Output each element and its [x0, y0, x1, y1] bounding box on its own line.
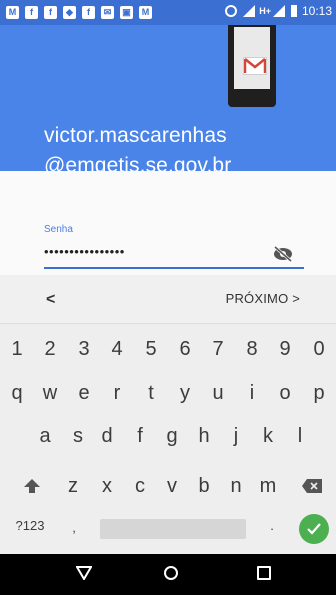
key-k[interactable]: k [251, 417, 285, 455]
key-r[interactable]: r [100, 374, 134, 412]
network-type: H+ [259, 6, 271, 16]
phone-illustration [228, 25, 276, 107]
backspace-icon [302, 479, 322, 493]
messenger-notification-icon: ◆ [63, 6, 76, 19]
key-a[interactable]: a [28, 417, 62, 455]
gmail-notification-icon: M [139, 6, 152, 19]
space-bar[interactable] [100, 519, 246, 539]
form-navigation: < PRÓXIMO > [0, 275, 336, 324]
password-input[interactable]: •••••••••••••••• [44, 245, 125, 259]
key-b[interactable]: b [187, 467, 221, 505]
key-j[interactable]: j [219, 417, 253, 455]
gmail-notification-icon: M [6, 6, 19, 19]
key-o[interactable]: o [268, 374, 302, 412]
password-underline [44, 267, 304, 269]
letter-row-middle: a s d f g h j k l [0, 417, 336, 455]
key-t[interactable]: t [134, 374, 168, 412]
key-c[interactable]: c [123, 467, 157, 505]
facebook-notification-icon: f [82, 6, 95, 19]
key-2[interactable]: 2 [33, 330, 67, 368]
comma-key[interactable]: , [64, 512, 84, 542]
checkmark-icon [307, 523, 321, 535]
key-p[interactable]: p [302, 374, 336, 412]
account-header: victor.mascarenhas @emgetis.se.gov.br [0, 25, 336, 177]
key-3[interactable]: 3 [67, 330, 101, 368]
key-0[interactable]: 0 [302, 330, 336, 368]
key-7[interactable]: 7 [201, 330, 235, 368]
system-home-icon[interactable] [164, 566, 178, 580]
system-back-icon[interactable] [75, 566, 93, 585]
gmail-logo-icon [243, 57, 267, 75]
key-y[interactable]: y [168, 374, 202, 412]
backspace-key[interactable] [292, 467, 332, 505]
letter-row-top: q w e r t y u i o p [0, 374, 336, 412]
key-v[interactable]: v [155, 467, 189, 505]
phone-screen [234, 27, 270, 89]
visibility-off-icon[interactable] [272, 245, 294, 263]
key-5[interactable]: 5 [134, 330, 168, 368]
symbols-key[interactable]: ?123 [10, 510, 50, 540]
system-recents-icon[interactable] [257, 566, 271, 580]
clock: 10:13 [301, 4, 332, 18]
key-n[interactable]: n [219, 467, 253, 505]
key-i[interactable]: i [235, 374, 269, 412]
letter-row-bottom: z x c v b n m [0, 467, 336, 505]
key-q[interactable]: q [0, 374, 34, 412]
key-e[interactable]: e [67, 374, 101, 412]
next-button[interactable]: PRÓXIMO > [226, 291, 300, 306]
key-8[interactable]: 8 [235, 330, 269, 368]
key-x[interactable]: x [90, 467, 124, 505]
period-key[interactable]: . [262, 510, 282, 540]
back-button[interactable]: < [46, 291, 55, 309]
key-h[interactable]: h [187, 417, 221, 455]
system-navigation-bar [0, 554, 336, 595]
signal-icon [243, 5, 256, 17]
key-f[interactable]: f [123, 417, 157, 455]
facebook-notification-icon: f [25, 6, 38, 19]
key-1[interactable]: 1 [0, 330, 34, 368]
key-z[interactable]: z [56, 467, 90, 505]
key-u[interactable]: u [201, 374, 235, 412]
mail-notification-icon: ✉ [101, 6, 114, 19]
key-9[interactable]: 9 [268, 330, 302, 368]
key-g[interactable]: g [155, 417, 189, 455]
key-l[interactable]: l [283, 417, 317, 455]
image-notification-icon: ▣ [120, 6, 133, 19]
password-label: Senha [44, 224, 73, 235]
shift-key[interactable] [12, 467, 52, 505]
keyboard: 1 2 3 4 5 6 7 8 9 0 q w e r t y u i o p … [0, 324, 336, 554]
key-6[interactable]: 6 [168, 330, 202, 368]
status-bar: M f f ◆ f ✉ ▣ M H+ 10:13 [0, 0, 336, 25]
key-4[interactable]: 4 [100, 330, 134, 368]
key-d[interactable]: d [90, 417, 124, 455]
key-w[interactable]: w [33, 374, 67, 412]
shift-icon [24, 479, 40, 493]
battery-icon [290, 5, 297, 17]
facebook-notification-icon: f [44, 6, 57, 19]
done-key[interactable] [299, 514, 329, 544]
email-line-1: victor.mascarenhas [44, 124, 227, 147]
signal-icon [272, 5, 285, 17]
status-right: H+ 10:13 [225, 4, 332, 18]
password-form: Senha •••••••••••••••• [0, 171, 336, 275]
key-m[interactable]: m [251, 467, 285, 505]
number-row: 1 2 3 4 5 6 7 8 9 0 [0, 330, 336, 368]
alarm-icon [225, 5, 238, 17]
